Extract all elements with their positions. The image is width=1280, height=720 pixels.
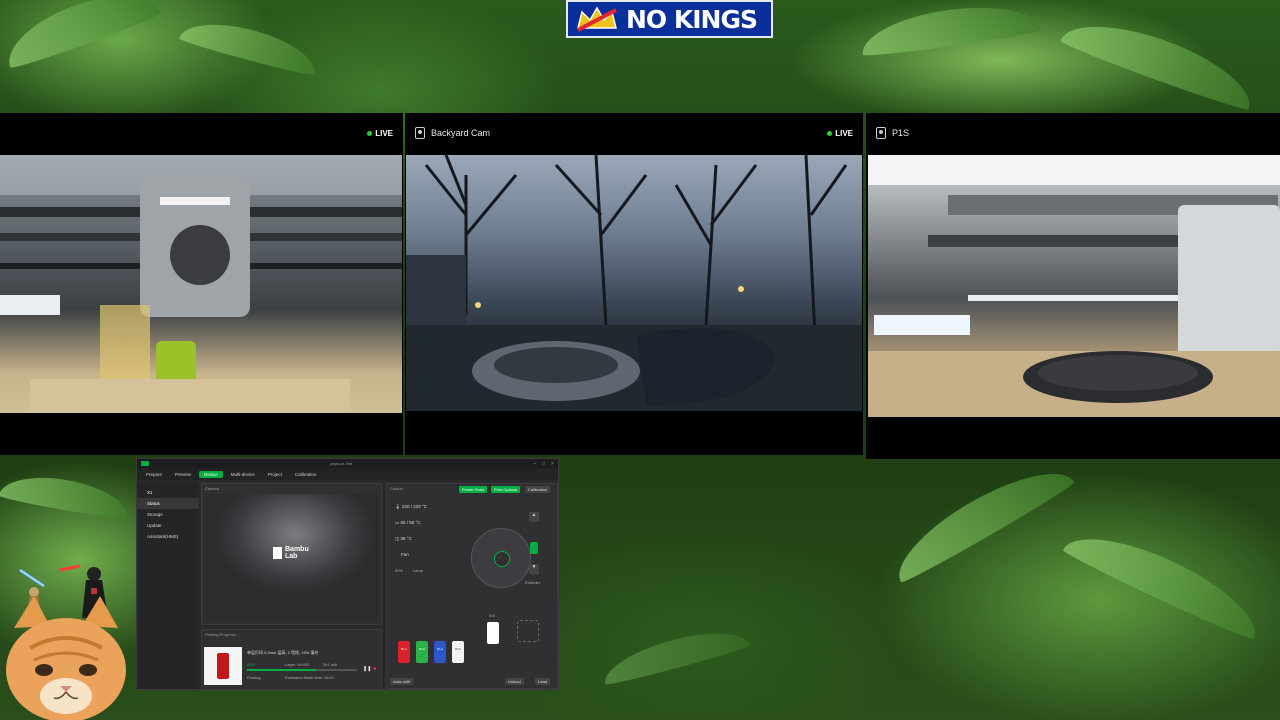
close-icon[interactable]: × [551,461,554,467]
maximize-icon[interactable]: □ [542,461,545,467]
camera-feed-backyard [406,155,862,411]
live-label: LIVE [375,128,393,138]
sidebar-item-storage[interactable]: Storage [137,509,199,520]
bambu-logo-icon [273,547,282,559]
speed-label[interactable]: 50% [395,568,403,573]
extruder-down-button[interactable]: ▼ [529,564,539,574]
sidebar-item-assistant[interactable]: Assistant(HMS) [137,531,199,542]
camera-label-text: Backyard Cam [431,128,491,138]
thumbnail-part [217,653,229,679]
auto-refill-button[interactable]: Auto-refill [390,678,413,685]
ext-spool-slot[interactable] [487,622,499,644]
live-label: LIVE [835,128,853,138]
app-nav: Prepare Preview Device Multi-device Proj… [137,468,558,480]
print-status: Printing [247,675,261,680]
tab-device[interactable]: Device [199,470,223,478]
print-options-button[interactable]: Print Options [491,486,521,493]
app-title: pepsi.m.3mf [330,461,353,466]
camera-label: Backyard Cam [415,127,490,139]
nozzle-icon: 🌡 [395,504,401,509]
ams-slot-3[interactable]: PLA [434,641,446,663]
no-kings-banner: NO KINGS [566,0,773,38]
progress-bar-fill [247,669,317,671]
camera-header: LIVE [0,113,403,153]
camera-label: P1S [876,127,909,139]
remaining-time: 2h1 min [323,662,338,667]
device-main: Camera Bambu Lab Printing Progress 单层打印 … [201,481,558,689]
ams-hub-icon [517,620,539,642]
progress-bar [247,669,357,671]
tab-calibration[interactable]: Calibration [290,471,322,478]
chamber-icon: ◫ [395,536,400,541]
unload-button[interactable]: Unload [505,678,524,685]
stop-icon[interactable]: ■ [373,666,376,672]
minimize-icon[interactable]: – [533,461,536,467]
bambu-studio-window[interactable]: pepsi.m.3mf – □ × Prepare Preview Device… [136,458,559,690]
job-name: 单层打印 0.2mm 层高, 2 墙线, 15% 填充 [247,650,319,655]
ams-slot-4[interactable]: PLA [452,641,464,663]
sidebar-item-status[interactable]: Status [137,498,199,509]
lamp-label[interactable]: Lamp [413,568,423,573]
printing-progress-title: Printing Progress [205,632,236,637]
extruder-up-button[interactable]: ▲ [529,512,539,522]
extruder-label: Extruder [525,580,541,585]
live-indicator: LIVE [827,129,853,138]
printer-parts-button[interactable]: Printer Parts [459,486,488,493]
ams-slot-2[interactable]: PLA [416,641,428,663]
kitten-overlay [0,588,132,720]
live-indicator: LIVE [367,129,393,138]
camera-header: Backyard Cam LIVE [405,113,863,153]
bed-temp[interactable]: ▭ 55 / 55 °C [395,520,421,526]
layer-info: Layer: 94/400 [285,662,310,667]
load-button[interactable]: Load [535,678,550,685]
tab-project[interactable]: Project [263,471,287,478]
crown-icon [574,4,620,34]
logo-text: Bambu Lab [285,546,309,560]
camera-view-title: Camera [205,486,220,491]
home-icon[interactable]: ⌂ [498,555,501,561]
ams-slot-1[interactable]: PLA [398,641,410,663]
app-logo-icon [141,461,149,466]
tab-preview[interactable]: Preview [170,471,196,478]
estimated-finish: Estimated finish time: 18:21 [285,675,335,680]
calibration-button[interactable]: Calibration [525,486,551,493]
live-dot-icon [367,130,373,136]
camera-header: P1S [866,113,1280,153]
camera-icon [415,127,425,139]
pause-icon[interactable]: ❚❚ [363,666,371,672]
camera-feed-printer [0,155,402,413]
banner-text: NO KINGS [626,4,758,34]
printer-selector[interactable]: X1 [137,487,199,498]
camera-icon [876,127,886,139]
print-thumbnail [204,647,242,685]
live-dot-icon [827,130,833,136]
extruder-icon [530,542,538,554]
sidebar-item-update[interactable]: Update [137,520,199,531]
chamber-temp[interactable]: ◫ 35 °C [395,536,412,542]
ext-label: Ext [489,613,495,618]
tab-multi-device[interactable]: Multi-device [226,471,260,478]
progress-percent: 63% [247,662,256,667]
nozzle-temp[interactable]: 🌡 220 / 220 °C [395,504,427,510]
camera-view-panel: Camera Bambu Lab [201,483,382,625]
bed-icon: ▭ [395,520,400,525]
control-panel: Control Printer Parts Print Options Cali… [386,483,558,689]
fan-label: Fan [401,552,409,557]
tab-prepare[interactable]: Prepare [141,471,167,478]
camera-label-text: P1S [892,128,910,138]
app-titlebar: pepsi.m.3mf – □ × [137,459,558,468]
live-video[interactable]: Bambu Lab [205,494,380,622]
device-sidebar: X1 Status Storage Update Assistant(HMS) [137,481,199,689]
camera-feed-p1s [868,155,1280,417]
bambu-lab-logo: Bambu Lab [273,546,309,560]
